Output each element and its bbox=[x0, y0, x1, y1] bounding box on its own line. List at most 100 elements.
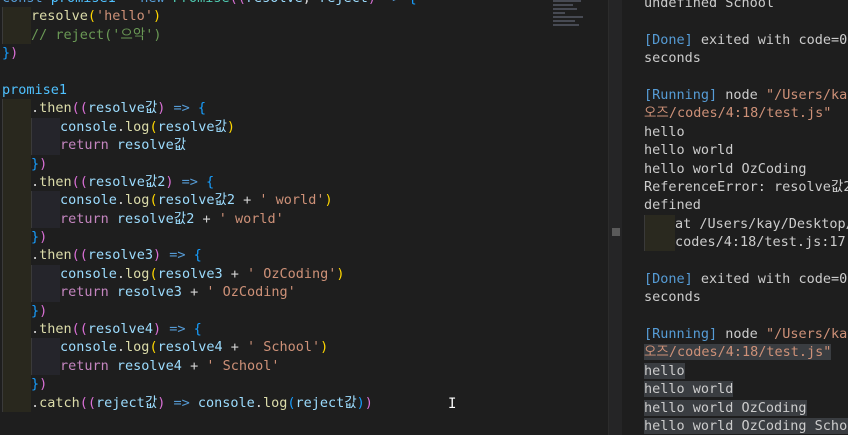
output-line: codes/4:18/test.js:17:9 bbox=[644, 233, 848, 252]
code-line[interactable]: return resolve값 bbox=[2, 136, 417, 155]
code-token: ) bbox=[10, 45, 19, 62]
code-token: resolve bbox=[31, 8, 88, 25]
output-line: seconds bbox=[644, 288, 848, 306]
output-text: ReferenceError: resolve값2 is bbox=[644, 178, 848, 195]
editor-scrollbar[interactable] bbox=[608, 0, 623, 435]
code-line[interactable]: .then((resolve값2) => { bbox=[2, 172, 417, 192]
code-line[interactable]: }) bbox=[2, 228, 417, 247]
code-token: , bbox=[303, 0, 319, 6]
code-token: ) bbox=[39, 302, 48, 319]
code-line[interactable]: return resolve3 + ' OzCoding' bbox=[2, 283, 417, 302]
code-line[interactable]: const promise1 = new Promise((resolve, r… bbox=[2, 0, 417, 7]
indent-guide bbox=[2, 283, 31, 302]
ibeam-cursor-icon: I bbox=[448, 396, 457, 412]
output-line: hello bbox=[644, 123, 848, 141]
code-token: resolve4 bbox=[87, 321, 153, 338]
code-token: 'hello' bbox=[96, 8, 153, 25]
output-token: code=0 bbox=[798, 270, 848, 287]
code-token: = bbox=[116, 0, 140, 6]
code-token: ' world' bbox=[259, 192, 325, 209]
code-token: ' world' bbox=[218, 210, 284, 227]
code-token: ) bbox=[39, 376, 48, 393]
code-line[interactable]: .then((resolve4) => { bbox=[2, 320, 417, 339]
code-line[interactable]: console.log(resolve값2 + ' world') bbox=[2, 191, 417, 210]
code-token: log bbox=[125, 118, 150, 135]
code-token: (( bbox=[71, 247, 88, 264]
code-token: resolve값2 bbox=[157, 192, 236, 209]
code-token: . bbox=[116, 118, 126, 135]
code-token: . bbox=[116, 339, 126, 356]
code-token: resolve값 bbox=[116, 137, 187, 154]
scrollbar-thumb[interactable] bbox=[612, 228, 620, 236]
code-line[interactable]: console.log(resolve4 + ' School') bbox=[2, 338, 417, 357]
code-token: // reject('으악') bbox=[31, 26, 162, 43]
code-token: ' OzCoding' bbox=[206, 284, 296, 301]
code-line[interactable]: }) bbox=[2, 154, 417, 173]
code-token: (( bbox=[71, 173, 88, 190]
output-text: defined bbox=[644, 197, 701, 214]
code-line[interactable]: // reject('으악') bbox=[2, 25, 417, 45]
code-token: . bbox=[31, 321, 40, 338]
output-blank-line bbox=[644, 307, 848, 325]
code-token: const bbox=[2, 0, 51, 6]
code-token: { bbox=[197, 100, 207, 117]
indent-guide bbox=[2, 25, 31, 45]
code-token: ) bbox=[39, 155, 48, 172]
output-line: hello world OzCoding bbox=[644, 399, 848, 417]
code-line[interactable]: promise1 bbox=[2, 81, 417, 99]
code-line[interactable]: }) bbox=[2, 375, 417, 394]
code-token: console bbox=[197, 394, 255, 411]
code-line[interactable]: .then((resolve값) => { bbox=[2, 99, 417, 118]
code-lines[interactable]: const promise1 = new Promise((resolve, r… bbox=[2, 0, 417, 412]
code-token: resolve4 bbox=[157, 339, 223, 356]
output-text: hello world OzCoding bbox=[644, 160, 807, 177]
output-token: "/Users/kay/D bbox=[765, 326, 848, 343]
code-token: resolve3 bbox=[116, 284, 182, 301]
code-line[interactable]: return resolve값2 + ' world' bbox=[2, 209, 417, 229]
code-token: . bbox=[31, 247, 40, 264]
code-token: log bbox=[125, 192, 150, 209]
output-token: seconds bbox=[644, 289, 701, 306]
code-token: resolve4 bbox=[116, 357, 182, 374]
code-token: reject값 bbox=[96, 394, 158, 411]
code-line[interactable]: }) bbox=[2, 44, 417, 62]
code-token: ) bbox=[320, 339, 329, 356]
code-token: ( bbox=[149, 118, 158, 135]
code-token: (( bbox=[230, 0, 246, 6]
code-line[interactable]: .catch((reject값) => console.log(reject값)… bbox=[2, 393, 417, 412]
indent-guide bbox=[2, 356, 31, 376]
output-line: [Done] exited with code=0 in bbox=[644, 270, 848, 288]
output-line: at /Users/kay/Desktop/오 bbox=[644, 214, 848, 234]
code-token: . bbox=[31, 173, 40, 190]
code-token: } bbox=[2, 45, 11, 62]
code-token: resolve값 bbox=[157, 118, 227, 135]
code-token: { bbox=[193, 247, 202, 264]
minimap[interactable] bbox=[553, 0, 587, 30]
code-line[interactable] bbox=[2, 63, 417, 81]
code-line[interactable]: }) bbox=[2, 301, 417, 321]
indent-guide bbox=[2, 301, 31, 321]
output-line: hello world OzCoding School bbox=[644, 417, 848, 435]
code-line[interactable]: .then((resolve3) => { bbox=[2, 246, 417, 265]
output-token: [Running] bbox=[644, 326, 718, 343]
code-line[interactable]: return resolve4 + ' School' bbox=[2, 356, 417, 376]
output-text: hello world bbox=[644, 142, 734, 159]
code-token: Promise bbox=[173, 0, 230, 6]
code-token: ( bbox=[149, 192, 158, 209]
code-token: log bbox=[262, 394, 288, 411]
output-text: hello world OzCoding bbox=[644, 399, 807, 416]
output-panel[interactable]: undefined School [Done] exited with code=… bbox=[622, 0, 848, 435]
code-line[interactable]: console.log(resolve3 + ' OzCoding') bbox=[2, 264, 417, 284]
code-line[interactable]: resolve('hello') bbox=[2, 7, 417, 26]
indent-guide bbox=[2, 393, 31, 412]
code-token: . bbox=[254, 394, 263, 411]
code-line[interactable]: console.log(resolve값) bbox=[2, 117, 417, 137]
code-token: log bbox=[125, 339, 150, 356]
code-token: ) bbox=[157, 100, 174, 117]
code-token: (( bbox=[79, 394, 97, 411]
indent-guide bbox=[31, 191, 60, 210]
code-token: ' School' bbox=[206, 357, 280, 374]
output-token: [Done] bbox=[644, 31, 693, 48]
code-token: ) bbox=[39, 229, 48, 246]
code-editor[interactable]: const promise1 = new Promise((resolve, r… bbox=[0, 0, 608, 435]
